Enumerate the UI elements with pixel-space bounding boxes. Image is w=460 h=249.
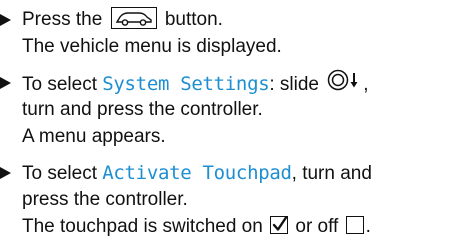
step-1-text: Press the button. — [22, 6, 223, 30]
step-1-result: The vehicle menu is displayed. — [22, 36, 282, 57]
bullet-triangle-icon — [0, 77, 11, 89]
step-3: To select Activate Touchpad, turn and — [0, 160, 372, 186]
controller-slide-down-icon — [327, 69, 363, 99]
step-3-text: To select Activate Touchpad, turn and — [22, 162, 372, 184]
bullet-triangle-icon — [0, 14, 11, 26]
instruction-document: Press the button. The vehicle menu is di… — [0, 0, 460, 249]
step-2-result: A menu appears. — [22, 126, 166, 147]
step-2-text: To select System Settings: slide , — [22, 69, 369, 96]
checkbox-unchecked-icon — [345, 215, 364, 234]
step-1: Press the button. — [0, 6, 223, 33]
menu-item-system-settings: System Settings — [102, 73, 270, 96]
bullet-triangle-icon — [0, 167, 11, 179]
step-3-line-2: press the controller. — [22, 189, 188, 210]
car-icon — [110, 6, 157, 29]
step-3-result: The touchpad is switched on or off . — [22, 215, 371, 237]
menu-item-activate-touchpad: Activate Touchpad — [102, 162, 292, 184]
checkbox-checked-icon — [270, 215, 289, 234]
step-2: To select System Settings: slide , — [0, 69, 369, 96]
step-2-line-2: turn and press the controller. — [22, 99, 263, 120]
